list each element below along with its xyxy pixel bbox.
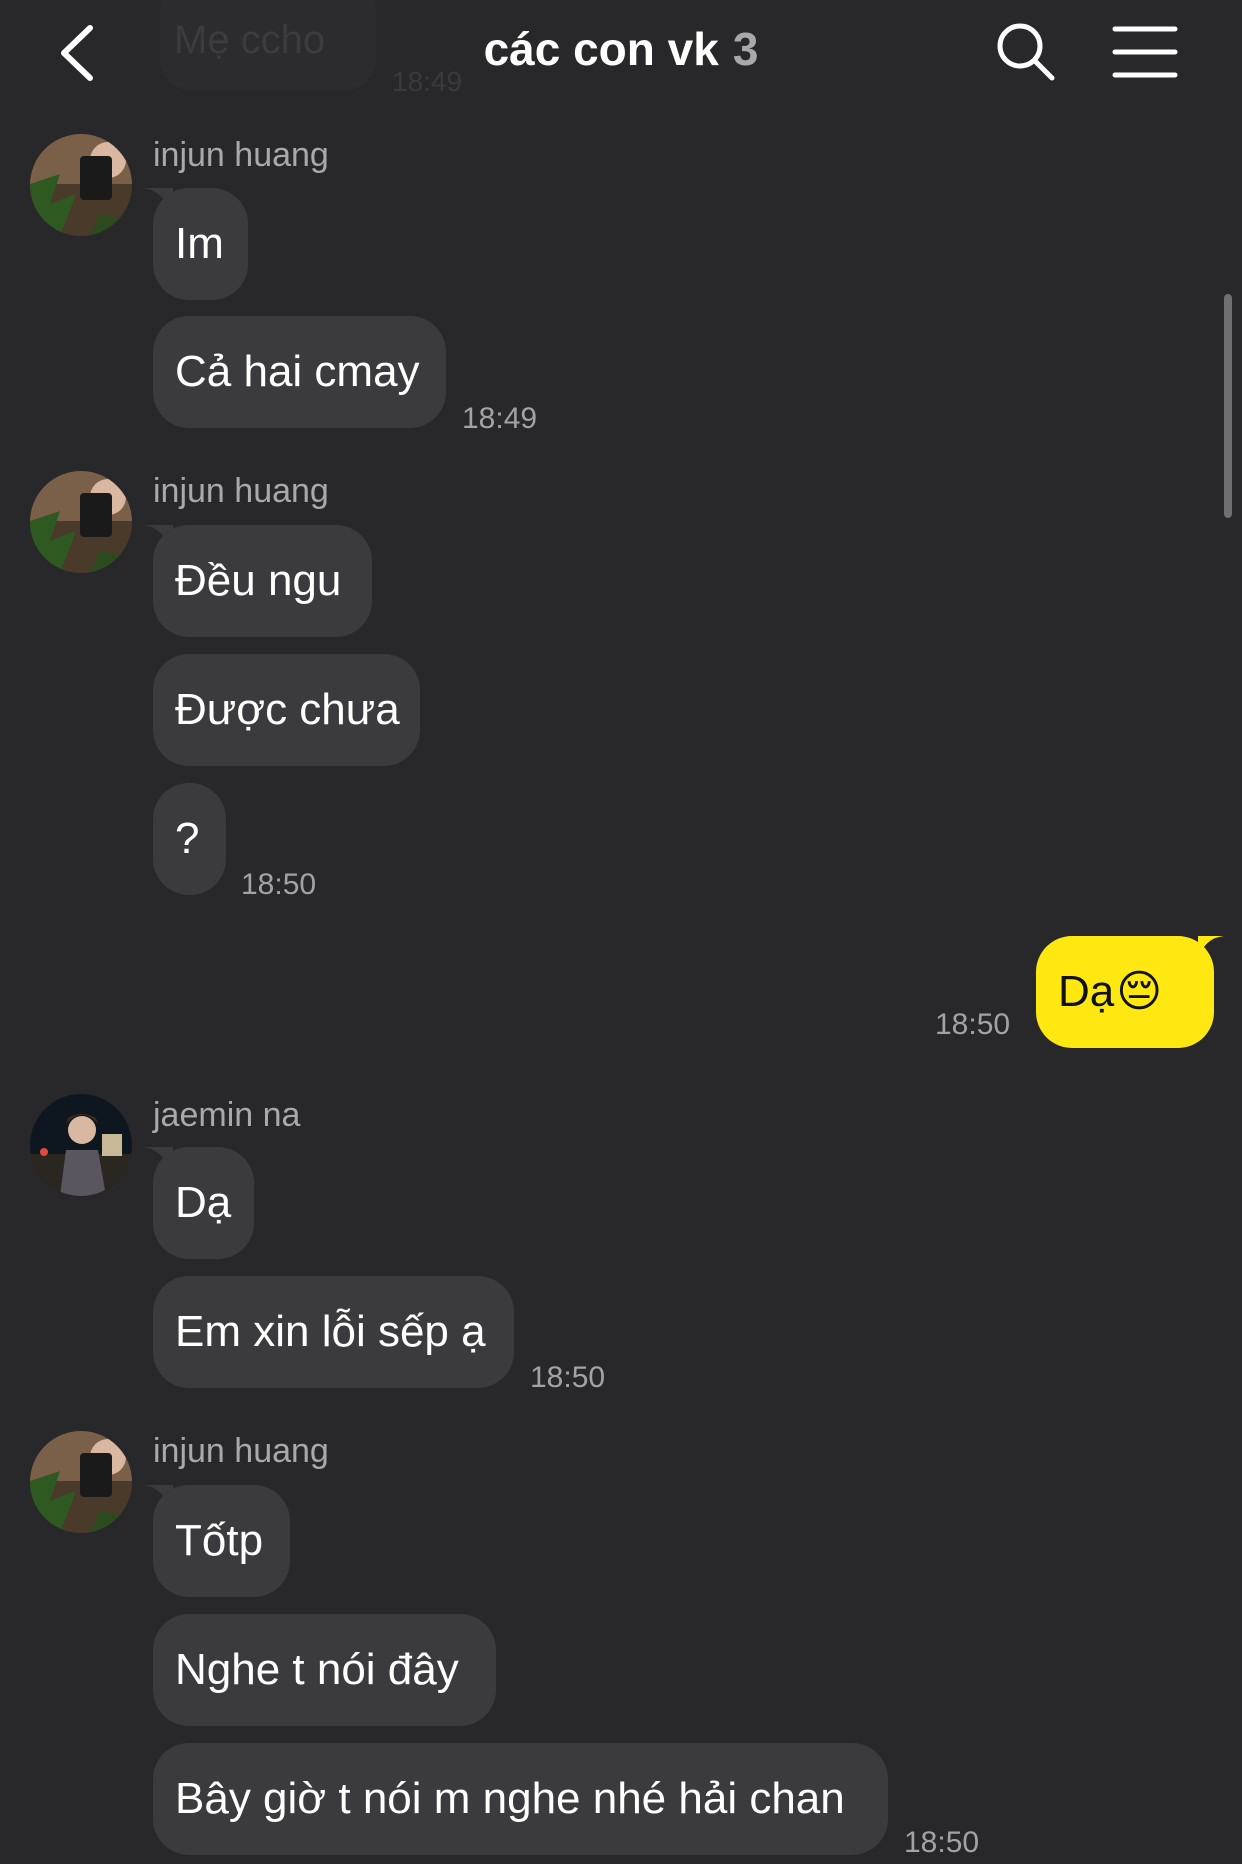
chat-screen: Mẹ ccho 18:49 các con vk 3 injun huang I… (0, 0, 1242, 1864)
scrollbar[interactable] (1224, 294, 1232, 518)
sender-name: injun huang (153, 1432, 329, 1470)
avatar-injun-huang[interactable] (30, 134, 132, 236)
member-count: 3 (732, 23, 759, 75)
pensive-face-emoji: 😔 (1116, 967, 1163, 1016)
hamburger-menu-icon (1112, 26, 1178, 78)
sender-name: injun huang (153, 136, 329, 174)
my-message-bubble[interactable]: Dạ😔 (1036, 936, 1214, 1048)
avatar-injun-huang[interactable] (30, 471, 132, 573)
avatar-image (30, 1431, 132, 1533)
message-bubble[interactable]: Dạ (153, 1147, 254, 1259)
message-bubble[interactable]: Tốtp (153, 1485, 290, 1597)
message-bubble[interactable]: ? (153, 783, 226, 895)
my-message-text: Dạ (1058, 967, 1115, 1016)
message-time: 18:50 (530, 1361, 606, 1394)
avatar-image (30, 1094, 132, 1196)
message-bubble[interactable]: Nghe t nói đây (153, 1614, 496, 1726)
avatar-image (30, 471, 132, 573)
message-bubble[interactable]: Bây giờ t nói m nghe nhé hải chan (153, 1743, 888, 1855)
message-time: 18:49 (462, 402, 538, 435)
message-time: 18:50 (904, 1826, 980, 1859)
chat-title-text: các con vk (483, 23, 719, 75)
message-bubble[interactable]: Đều ngu (153, 525, 372, 637)
sender-name: injun huang (153, 472, 329, 510)
message-bubble[interactable]: Em xin lỗi sếp ạ (153, 1276, 514, 1388)
message-time: 18:50 (241, 868, 317, 901)
search-icon (997, 23, 1055, 81)
avatar-image (30, 134, 132, 236)
chat-header: Mẹ ccho 18:49 các con vk 3 (0, 0, 1242, 106)
message-bubble[interactable]: Cả hai cmay (153, 316, 446, 428)
my-message-time: 18:50 (935, 1008, 1011, 1041)
message-bubble[interactable]: Được chưa (153, 654, 420, 766)
avatar-injun-huang[interactable] (30, 1431, 132, 1533)
menu-button[interactable] (1112, 24, 1178, 80)
sender-name: jaemin na (153, 1096, 301, 1134)
search-button[interactable] (994, 20, 1058, 84)
message-bubble[interactable]: Im (153, 188, 248, 300)
my-bubble-tail (1198, 936, 1224, 960)
avatar-jaemin-na[interactable] (30, 1094, 132, 1196)
